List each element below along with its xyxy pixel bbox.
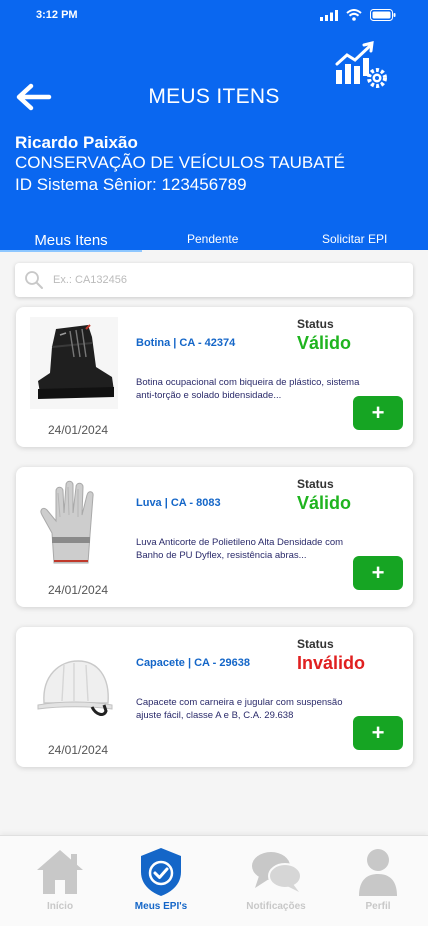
person-icon: [359, 849, 397, 896]
report-chart-icon[interactable]: [333, 40, 389, 90]
user-department: CONSERVAÇÃO DE VEÍCULOS TAUBATÉ: [15, 153, 346, 172]
status-label: Status: [297, 317, 334, 331]
item-name: Capacete | CA - 29638: [136, 657, 250, 669]
search-icon: [25, 271, 43, 289]
item-date: 24/01/2024: [48, 423, 109, 437]
item-card-capacete[interactable]: 24/01/2024 Capacete | CA - 29638 Status …: [16, 627, 413, 767]
chat-bubbles-icon: [252, 852, 302, 892]
status-badge: Válido: [297, 493, 352, 513]
status-badge: Inválido: [297, 653, 366, 673]
battery-icon: [370, 9, 396, 21]
item-name: Botina | CA - 42374: [136, 337, 236, 349]
item-card-luva[interactable]: 24/01/2024 Luva | CA - 8083 Status Válid…: [16, 467, 413, 607]
item-description: Luva Anticorte de Polietileno Alta Densi…: [136, 537, 344, 561]
nav-notificacoes[interactable]: Notificações: [231, 846, 321, 912]
status-label: Status: [297, 637, 334, 651]
helmet-icon: [30, 637, 118, 729]
add-button[interactable]: +: [353, 716, 403, 750]
tab-meus-itens[interactable]: Meus Itens: [0, 232, 142, 252]
add-button[interactable]: +: [353, 396, 403, 430]
nav-perfil[interactable]: Perfil: [333, 846, 423, 912]
user-name: Ricardo Paixão: [15, 133, 138, 152]
nav-label: Início: [46, 901, 74, 912]
nav-label: Meus EPI's: [134, 901, 188, 912]
item-name: Luva | CA - 8083: [136, 497, 221, 509]
bottom-nav: Início Meus EPI's Notificações Perfil: [0, 835, 428, 926]
user-system-id: ID Sistema Sênior: 123456789: [15, 175, 247, 194]
item-date: 24/01/2024: [48, 583, 109, 597]
home-icon: [37, 850, 83, 894]
tab-solicitar-epi[interactable]: Solicitar EPI: [322, 232, 387, 246]
item-date: 24/01/2024: [48, 743, 109, 757]
glove-icon: [30, 477, 118, 569]
page-title: MEUS ITENS: [148, 85, 280, 108]
boot-icon: [30, 317, 118, 409]
add-button[interactable]: +: [353, 556, 403, 590]
search-input[interactable]: [53, 263, 403, 297]
tab-pendente[interactable]: Pendente: [187, 232, 238, 246]
status-time: 3:12 PM: [36, 9, 78, 21]
nav-label: Notificações: [246, 901, 306, 912]
status-badge: Válido: [297, 333, 352, 353]
shield-check-icon: [141, 848, 181, 896]
wifi-icon: [346, 9, 362, 21]
nav-label: Perfil: [365, 901, 391, 912]
status-bar: 3:12 PM: [0, 0, 428, 32]
nav-inicio[interactable]: Início: [15, 846, 105, 912]
status-label: Status: [297, 477, 334, 491]
header: 3:12 PM MEUS ITENS Ricardo Paixão CONSER…: [0, 0, 428, 252]
status-icons: [320, 9, 396, 21]
item-card-botina[interactable]: 24/01/2024 Botina | CA - 42374 Status Vá…: [16, 307, 413, 447]
signal-icon: [320, 9, 338, 21]
item-description: Capacete com carneira e jugular com susp…: [136, 697, 343, 721]
nav-meus-epis[interactable]: Meus EPI's: [116, 846, 206, 912]
search-bar: [15, 263, 413, 297]
item-description: Botina ocupacional com biqueira de plást…: [136, 377, 360, 401]
